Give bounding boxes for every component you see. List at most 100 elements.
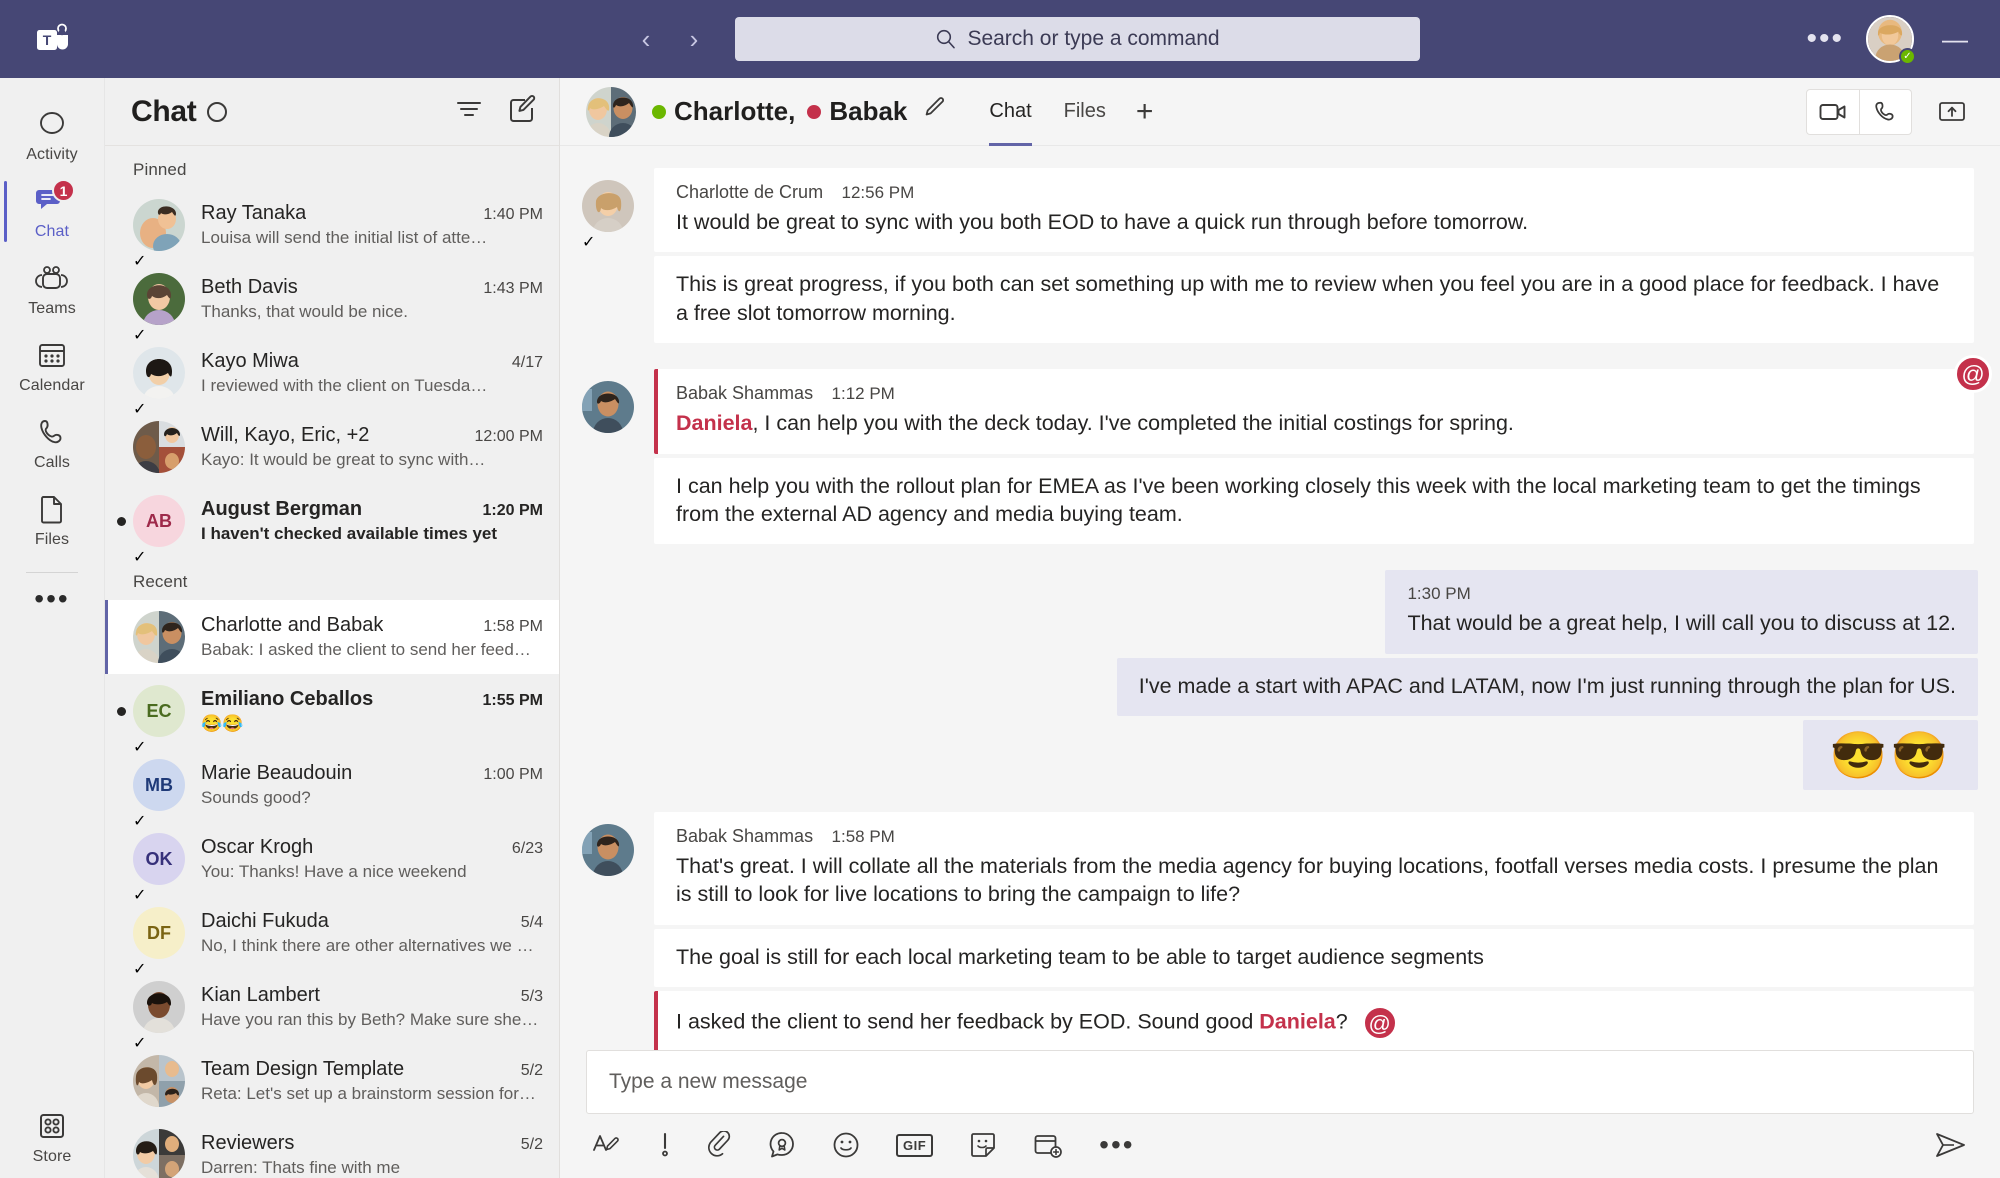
chat-list-item[interactable]: DF ✓ Daichi Fukuda 5/4 No, I think there …: [105, 896, 559, 978]
sidebar-item-calls[interactable]: Calls: [0, 404, 105, 481]
chat-list-item[interactable]: ✓ Kayo Miwa 4/17 I reviewed with the cli…: [105, 336, 559, 418]
mention-at-badge: @: [1954, 355, 1992, 394]
chat-list-panel: Chat Pinned ✓ Ray Tanaka 1:40 PM Louisa …: [105, 78, 560, 1178]
presence-dot-charlotte: [652, 104, 666, 119]
chat-section-label: Pinned: [133, 160, 187, 179]
message-bubble[interactable]: I can help you with the rollout plan for…: [654, 457, 1974, 545]
giphy-icon[interactable]: GIF: [896, 1128, 934, 1162]
send-icon[interactable]: [1934, 1128, 1968, 1162]
message-meta: 1:30 PM: [1407, 584, 1956, 604]
chat-list-item[interactable]: AB ✓ August Bergman 1:20 PM I haven't che…: [105, 484, 559, 566]
share-screen-icon[interactable]: [1928, 90, 1976, 134]
audio-call-icon[interactable]: [1859, 89, 1911, 134]
title-bar: T ‹ › Search or type a command ••• ✓ —: [0, 0, 2000, 78]
avatar: DF ✓: [133, 907, 185, 978]
message-input[interactable]: Type a new message: [586, 1050, 1974, 1114]
chat-list-item[interactable]: Charlotte and Babak 1:58 PM Babak: I ask…: [105, 600, 559, 674]
message-bubbles: Charlotte de Crum 12:56 PM It would be g…: [634, 168, 2000, 347]
teams-logo-icon: T: [0, 19, 105, 59]
message-text: This is great progress, if you both can …: [676, 272, 1940, 325]
sidebar-item-activity[interactable]: Activity: [0, 96, 105, 173]
message-list[interactable]: ✓ Charlotte de Crum 12:56 PM It would be…: [560, 146, 2000, 1050]
message-author: Charlotte de Crum: [676, 182, 824, 202]
tab-files[interactable]: Files: [1048, 78, 1122, 146]
chat-item-preview: No, I think there are other alternatives…: [201, 936, 541, 955]
chat-item-preview: Have you ran this by Beth? Make sure she…: [201, 1010, 541, 1029]
rail-more-apps-button[interactable]: •••: [34, 577, 69, 622]
chat-list-item[interactable]: OK ✓ Oscar Krogh 6/23 You: Thanks! Have a…: [105, 822, 559, 904]
chat-item-preview: Darren: Thats fine with me: [201, 1158, 401, 1177]
sidebar-item-chat[interactable]: 1 Chat: [0, 173, 105, 250]
minimize-button[interactable]: —: [1936, 24, 1974, 55]
chat-list-item[interactable]: Will, Kayo, Eric, +2 12:00 PM Kayo: It w…: [105, 410, 559, 484]
praise-icon[interactable]: [768, 1128, 796, 1162]
new-chat-icon[interactable]: [509, 95, 537, 128]
message-author: Babak Shammas: [676, 826, 814, 846]
message-bubble-outgoing[interactable]: I've made a start with APAC and LATAM, n…: [1116, 657, 1978, 716]
chat-item-time: 12:00 PM: [474, 428, 543, 445]
message-time: 1:30 PM: [1407, 584, 1471, 604]
chat-item-meta: Emiliano Ceballos 1:55 PM 😂😂: [185, 688, 543, 734]
forward-button[interactable]: ›: [673, 18, 715, 60]
filter-icon[interactable]: [455, 98, 483, 125]
sticker-icon[interactable]: [969, 1128, 997, 1162]
video-call-icon[interactable]: [1807, 90, 1859, 134]
message-text-after: ?: [1335, 1009, 1348, 1034]
sidebar-item-files[interactable]: Files: [0, 481, 105, 558]
chat-item-time: 5/3: [520, 988, 543, 1005]
reaction-bubble[interactable]: 😎😎: [1803, 720, 1978, 790]
chat-item-preview: Kayo: It would be great to sync with…: [201, 450, 486, 469]
add-tab-button[interactable]: +: [1122, 95, 1168, 129]
mention-at-badge: @: [1361, 1005, 1398, 1042]
chat-list-item[interactable]: Team Design Template 5/2 Reta: Let's set…: [105, 1044, 559, 1118]
chat-list-item[interactable]: ✓ Beth Davis 1:43 PM Thanks, that would …: [105, 262, 559, 344]
important-icon[interactable]: [658, 1128, 672, 1162]
settings-more-button[interactable]: •••: [1806, 24, 1844, 54]
user-avatar[interactable]: ✓: [1866, 15, 1916, 65]
chat-list-item[interactable]: ✓ Kian Lambert 5/3 Have you ran this by …: [105, 970, 559, 1052]
chat-list-item[interactable]: Reviewers 5/2 Darren: Thats fine with me: [105, 1118, 559, 1178]
schedule-meeting-icon[interactable]: [1033, 1128, 1063, 1162]
message-group: 1:30 PM That would be a great help, I wil…: [560, 570, 2000, 790]
chat-list-item[interactable]: ✓ Ray Tanaka 1:40 PM Louisa will send th…: [105, 188, 559, 270]
attach-file-icon[interactable]: [708, 1128, 732, 1162]
page-title: Chat: [131, 94, 197, 128]
pencil-icon[interactable]: [921, 96, 947, 127]
chat-item-time: 1:00 PM: [483, 766, 543, 783]
chat-item-meta: Daichi Fukuda 5/4 No, I think there are …: [185, 910, 543, 956]
sidebar-item-calendar[interactable]: Calendar: [0, 327, 105, 404]
message-bubble[interactable]: Babak Shammas 1:58 PM That's great. I wi…: [654, 812, 1974, 925]
chat-list-item[interactable]: MB ✓ Marie Beaudouin 1:00 PM Sounds good?: [105, 748, 559, 830]
message-bubble[interactable]: Charlotte de Crum 12:56 PM It would be g…: [654, 168, 1974, 253]
format-text-icon[interactable]: [592, 1128, 622, 1162]
chat-list-scroll[interactable]: Pinned ✓ Ray Tanaka 1:40 PM Louisa will …: [105, 146, 559, 1178]
presence-badge-available: ✓: [1899, 48, 1916, 65]
sidebar-item-teams[interactable]: Teams: [0, 250, 105, 327]
message-bubble[interactable]: Babak Shammas 1:12 PM Daniela, I can hel…: [654, 355, 1992, 454]
chat-list-item[interactable]: EC ✓ Emiliano Ceballos 1:55 PM 😂😂: [105, 674, 559, 756]
back-button[interactable]: ‹: [625, 18, 667, 60]
sidebar-label-calls: Calls: [33, 454, 71, 471]
sidebar-item-store[interactable]: Store: [0, 1098, 105, 1178]
chat-unread-badge: 1: [52, 179, 75, 202]
search-input[interactable]: Search or type a command: [735, 17, 1420, 61]
tab-chat[interactable]: Chat: [973, 78, 1047, 146]
message-bubble-outgoing[interactable]: 1:30 PM That would be a great help, I wil…: [1385, 570, 1978, 654]
calls-icon: [33, 415, 71, 449]
chat-item-name: Charlotte and Babak: [201, 614, 384, 636]
message-bubble[interactable]: I asked the client to send her feedback …: [654, 991, 1974, 1050]
chat-list-header: Chat: [105, 78, 559, 146]
more-options-icon[interactable]: •••: [1099, 1128, 1134, 1162]
message-avatar: [582, 369, 634, 548]
emoji-icon[interactable]: [832, 1128, 860, 1162]
avatar: ✓: [133, 981, 185, 1052]
message-time: 12:56 PM: [841, 183, 915, 202]
participant-name-charlotte: Charlotte,: [674, 96, 796, 126]
conversation-tabs: Chat Files +: [973, 78, 1167, 146]
chat-item-meta: Reviewers 5/2 Darren: Thats fine with me: [185, 1132, 543, 1178]
chat-item-preview: Louisa will send the initial list of att…: [201, 228, 488, 247]
message-bubble[interactable]: The goal is still for each local marketi…: [654, 928, 1974, 988]
message-text: It would be great to sync with you both …: [676, 210, 1529, 234]
message-bubble[interactable]: This is great progress, if you both can …: [654, 256, 1974, 344]
svg-text:T: T: [42, 32, 51, 48]
